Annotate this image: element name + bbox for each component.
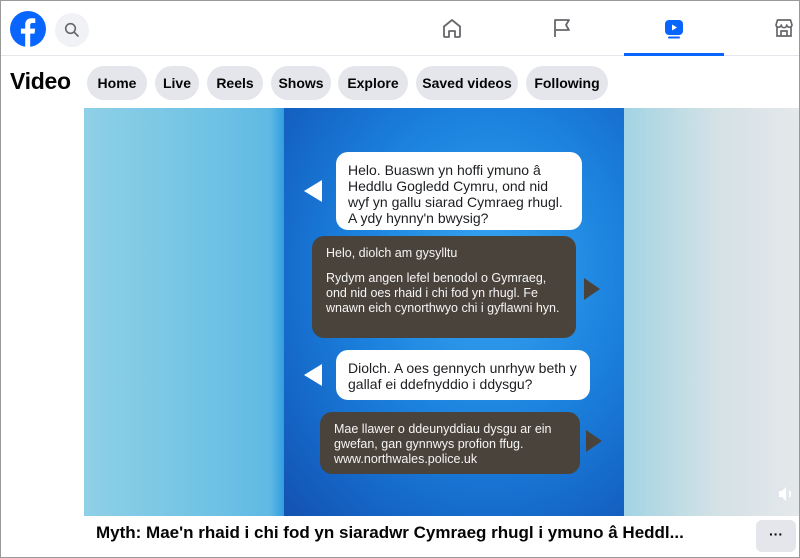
left-arrow-icon [304,180,322,202]
chat-message-3: Diolch. A oes gennych unrhyw beth y gall… [336,350,590,400]
right-arrow-icon [586,430,602,452]
chat-message-4: Mae llawer o ddeunyddiau dysgu ar ein gw… [320,412,580,474]
video-caption[interactable]: Myth: Mae'n rhaid i chi fod yn siaradwr … [96,523,746,543]
filter-reels[interactable]: Reels [207,66,263,100]
video-player[interactable]: Helo. Buaswn yn hoffi ymuno â Heddlu Gog… [84,108,800,516]
page-title: Video [10,68,71,94]
top-navigation-bar [0,0,800,56]
filter-home[interactable]: Home [87,66,147,100]
filter-following[interactable]: Following [526,66,608,100]
home-icon [443,19,461,38]
video-frame: Helo. Buaswn yn hoffi ymuno â Heddlu Gog… [284,108,624,516]
filter-explore[interactable]: Explore [338,66,408,100]
flag-icon [554,19,570,37]
nav-tab-pages[interactable] [512,0,612,56]
volume-icon[interactable] [776,484,796,509]
search-button[interactable] [55,13,89,47]
left-arrow-icon [304,364,322,386]
marketplace-icon [775,19,793,37]
facebook-logo-icon[interactable] [10,11,46,47]
chat-message-2-greeting: Helo, diolch am gysylltu [326,246,458,260]
nav-tab-home[interactable] [402,0,502,56]
chat-message-2-body: Rydym angen lefel benodol o Gymraeg, ond… [326,271,560,315]
search-icon [64,22,79,37]
video-section-header: Video Home Live Reels Shows Explore Save… [0,56,800,108]
video-icon [665,20,683,39]
filter-saved-videos[interactable]: Saved videos [416,66,518,100]
chat-message-1: Helo. Buaswn yn hoffi ymuno â Heddlu Gog… [336,152,582,230]
more-options-button[interactable]: ··· [756,520,796,552]
filter-live[interactable]: Live [155,66,199,100]
nav-tab-marketplace[interactable] [734,0,800,56]
right-arrow-icon [584,278,600,300]
chat-message-2: Helo, diolch am gysylltu Rydym angen lef… [312,236,576,338]
nav-tab-video[interactable] [624,0,724,56]
filter-shows[interactable]: Shows [271,66,331,100]
